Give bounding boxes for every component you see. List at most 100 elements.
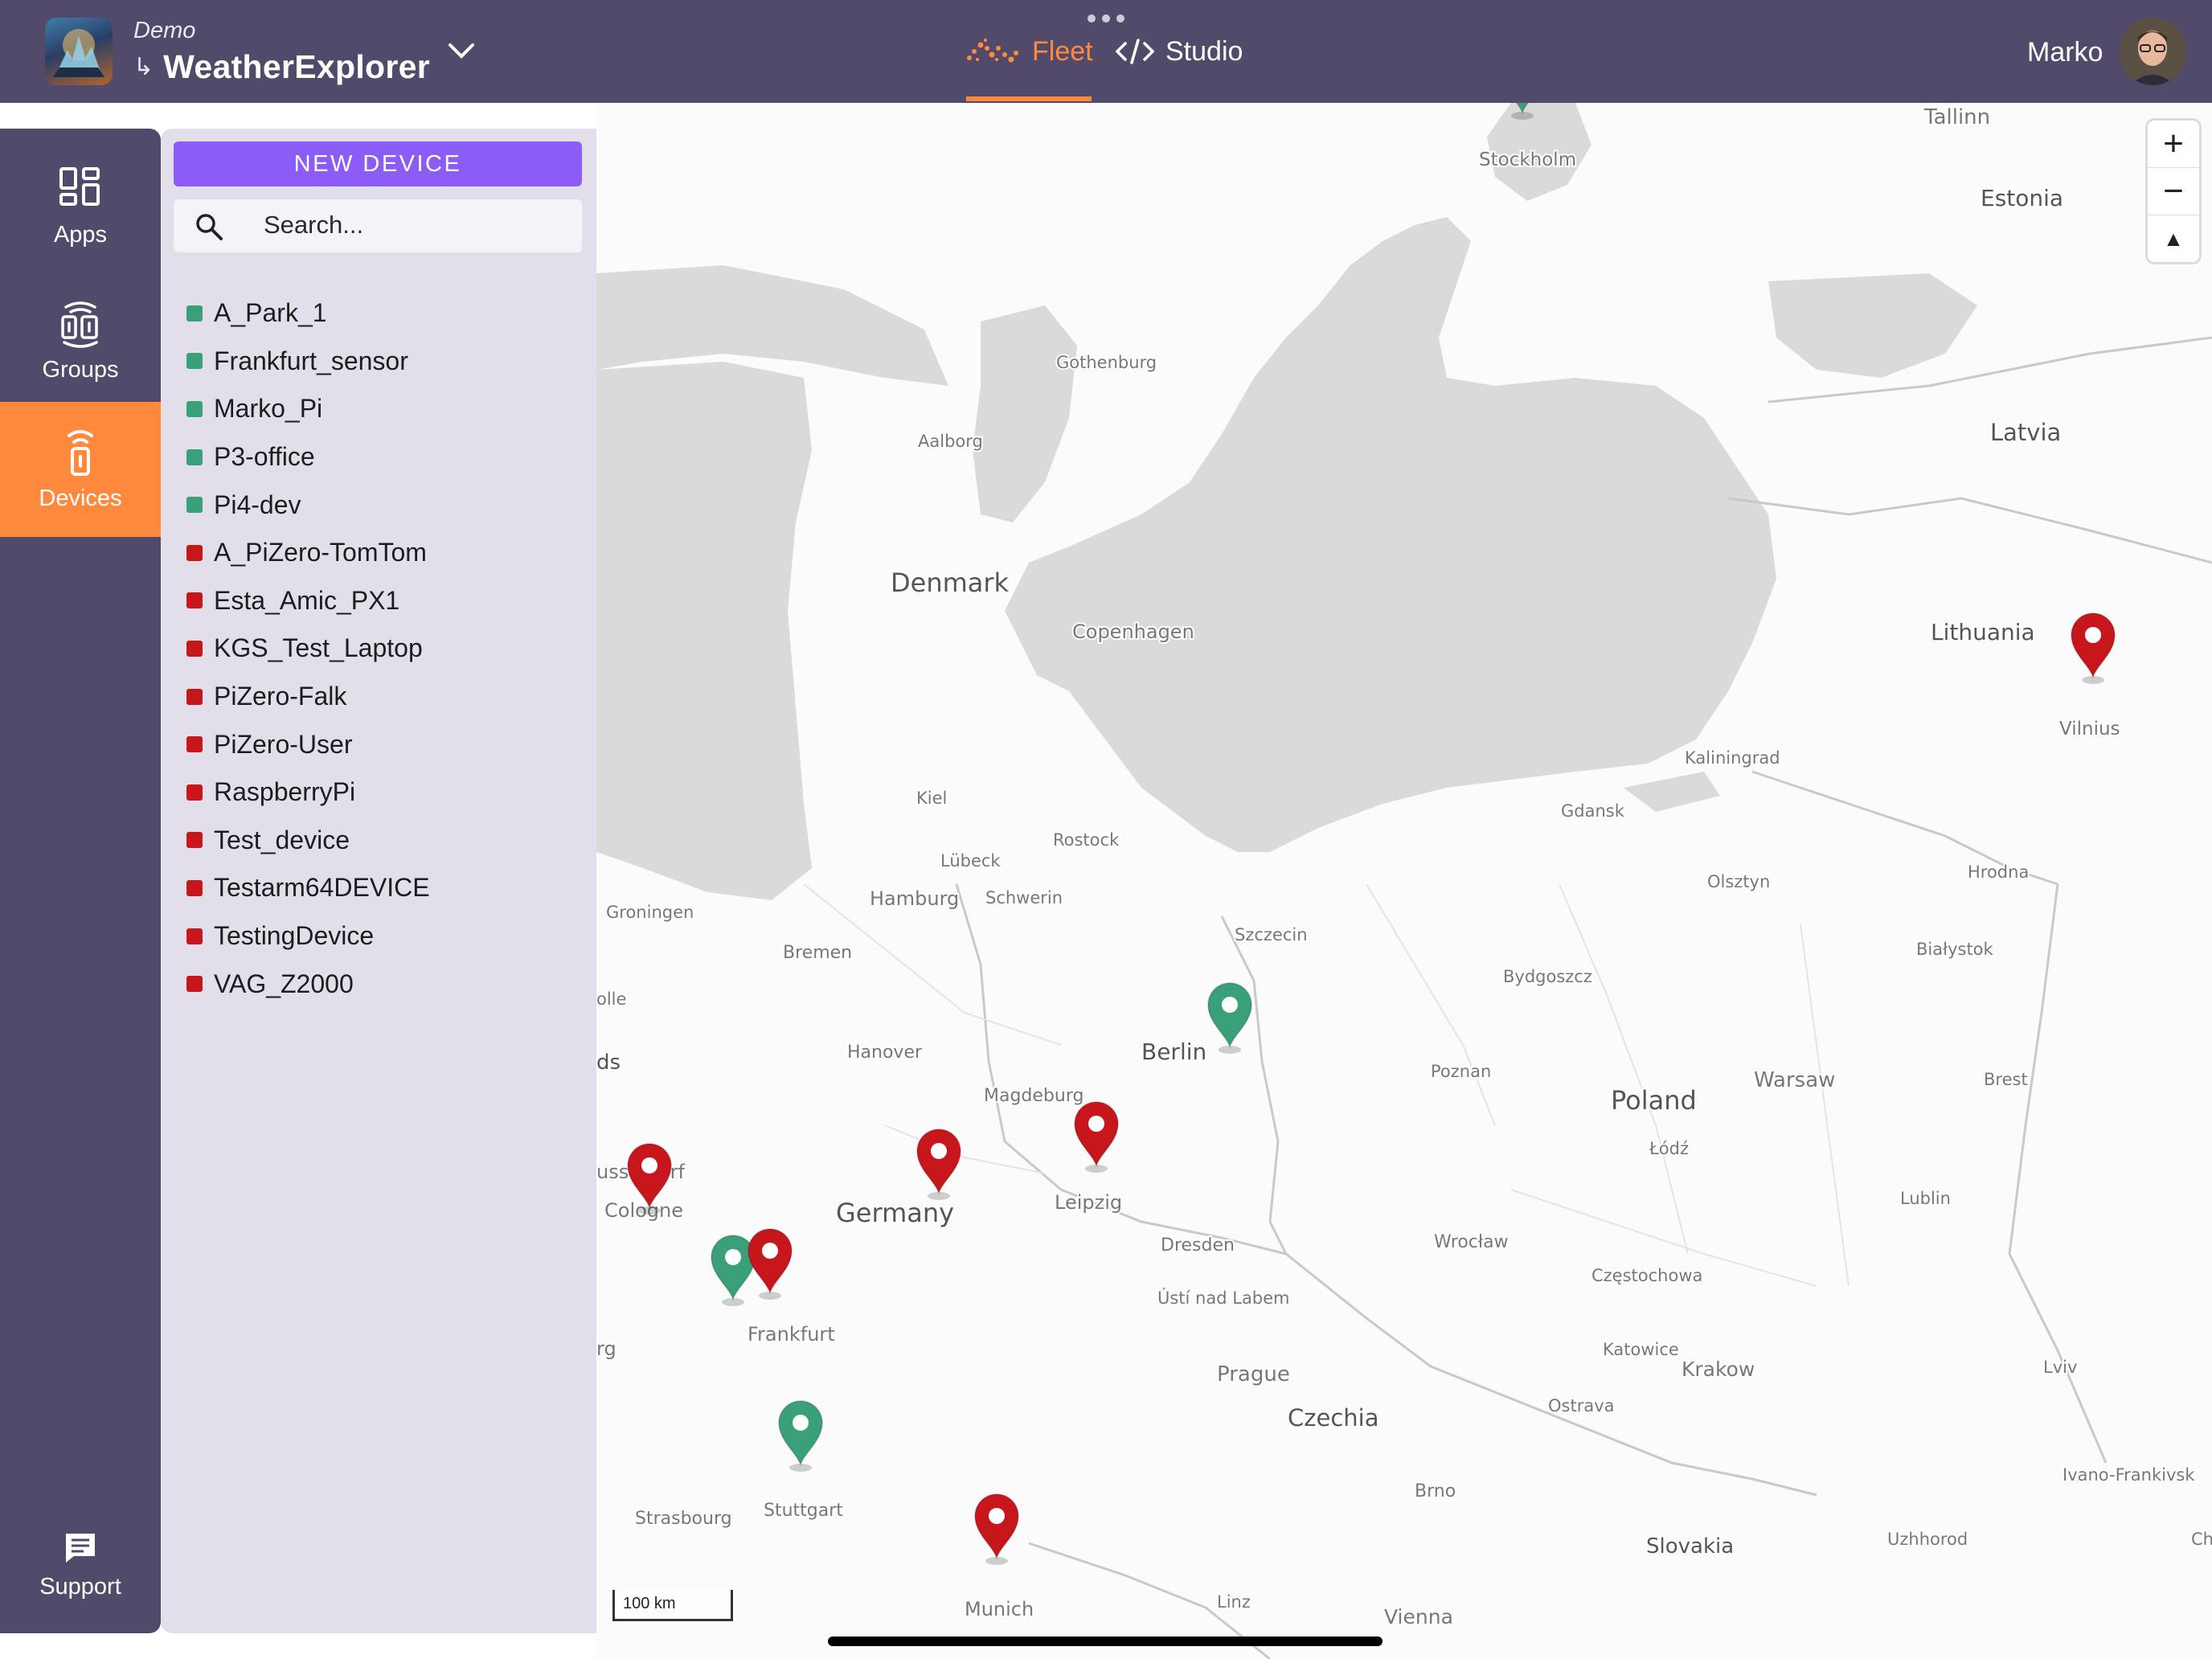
status-indicator bbox=[186, 784, 203, 801]
device-marker[interactable] bbox=[747, 1228, 793, 1300]
baltic-sea bbox=[1005, 217, 1776, 852]
map-label-munich: Munich bbox=[965, 1598, 1034, 1620]
device-item[interactable]: P3-office bbox=[186, 433, 430, 481]
device-name: P3-office bbox=[214, 442, 315, 472]
map-label-hrodna: Hrodna bbox=[1968, 862, 2029, 882]
rail-item-support[interactable]: Support bbox=[0, 1500, 161, 1628]
map-label-leipzig: Leipzig bbox=[1055, 1191, 1122, 1214]
map-label-hanover: Hanover bbox=[847, 1043, 923, 1063]
org-name: Demo bbox=[133, 18, 196, 43]
map-label-stockholm: Stockholm bbox=[1479, 150, 1576, 170]
device-name: Test_device bbox=[214, 825, 350, 854]
chevron-down-icon[interactable] bbox=[444, 35, 479, 68]
map-label-aalborg: Aalborg bbox=[918, 432, 983, 451]
map-label-rostock: Rostock bbox=[1053, 830, 1120, 850]
map-label-bialystok: Białystok bbox=[1916, 940, 1994, 959]
device-marker[interactable] bbox=[1206, 982, 1253, 1054]
device-name: Marko_Pi bbox=[214, 394, 323, 424]
device-item[interactable]: KGS_Test_Laptop bbox=[186, 625, 430, 673]
zoom-in-button[interactable]: + bbox=[2148, 121, 2199, 168]
device-name: PiZero-Falk bbox=[214, 682, 347, 711]
water-bodies bbox=[596, 103, 1977, 900]
map-label-hamburg: Hamburg bbox=[870, 887, 959, 910]
code-icon bbox=[1116, 39, 1154, 64]
tab-fleet[interactable]: Fleet bbox=[965, 29, 1093, 74]
map-label-poland: Poland bbox=[1611, 1085, 1697, 1116]
device-item[interactable]: VAG_Z2000 bbox=[186, 960, 430, 1008]
rail-label-support: Support bbox=[39, 1573, 121, 1600]
status-indicator bbox=[186, 400, 203, 417]
device-marker[interactable] bbox=[973, 1493, 1020, 1565]
vistula-lagoon bbox=[1624, 772, 1720, 812]
map-label-vienna: Vienna bbox=[1384, 1605, 1453, 1628]
rail-item-groups[interactable]: Groups bbox=[0, 273, 161, 408]
drag-handle-icon[interactable] bbox=[1087, 13, 1125, 23]
device-marker[interactable] bbox=[1073, 1101, 1120, 1173]
device-item[interactable]: Marko_Pi bbox=[186, 385, 430, 433]
app-logo[interactable] bbox=[45, 18, 113, 85]
map-label-czechia: Czechia bbox=[1288, 1404, 1378, 1432]
device-item[interactable]: Pi4-dev bbox=[186, 481, 430, 529]
map-label-lodz: Łódź bbox=[1649, 1139, 1689, 1158]
device-item[interactable]: Esta_Amic_PX1 bbox=[186, 577, 430, 625]
device-marker[interactable] bbox=[916, 1129, 962, 1200]
device-marker[interactable] bbox=[777, 1400, 824, 1472]
north-sea bbox=[596, 362, 812, 900]
map-label-germany: Germany bbox=[836, 1198, 954, 1228]
status-indicator bbox=[186, 879, 203, 896]
device-item[interactable]: TestingDevice bbox=[186, 912, 430, 961]
device-item[interactable]: Testarm64DEVICE bbox=[186, 864, 430, 912]
rail-item-devices[interactable]: Devices bbox=[0, 402, 161, 537]
scale-label: 100 km bbox=[623, 1595, 676, 1612]
device-item[interactable]: RaspberryPi bbox=[186, 768, 430, 817]
device-item[interactable]: Test_device bbox=[186, 817, 430, 865]
home-indicator[interactable] bbox=[828, 1636, 1382, 1646]
map-label-poznan: Poznan bbox=[1431, 1062, 1491, 1081]
user-name[interactable]: Marko bbox=[2027, 37, 2103, 68]
map-label-linz: Linz bbox=[1217, 1592, 1251, 1612]
search-input[interactable]: Search... bbox=[174, 199, 582, 252]
map-label-luxembourg: rg bbox=[596, 1337, 616, 1360]
device-item[interactable]: Frankfurt_sensor bbox=[186, 338, 430, 386]
device-item[interactable]: A_PiZero-TomTom bbox=[186, 529, 430, 577]
map-label-szczecin: Szczecin bbox=[1235, 925, 1308, 944]
compass-button[interactable]: ▲ bbox=[2148, 215, 2199, 262]
groups-icon bbox=[61, 301, 98, 348]
zoom-out-button[interactable]: − bbox=[2148, 168, 2199, 215]
new-device-button[interactable]: NEW DEVICE bbox=[174, 141, 582, 186]
map-label-wroclaw: Wrocław bbox=[1434, 1232, 1509, 1252]
avatar[interactable] bbox=[2119, 18, 2186, 85]
map-label-frankfurt: Frankfurt bbox=[748, 1323, 835, 1346]
map-label-slovakia: Slovakia bbox=[1646, 1534, 1734, 1559]
map-label-bydgoszcz: Bydgoszcz bbox=[1503, 967, 1592, 986]
kattegat bbox=[973, 305, 1077, 522]
map-canvas[interactable]: Tallinn Estonia Stockholm Gothenburg Aalborg… bbox=[596, 103, 2212, 1659]
device-marker[interactable] bbox=[2070, 612, 2116, 684]
rail-label-groups: Groups bbox=[42, 356, 119, 383]
device-name: Pi4-dev bbox=[214, 490, 301, 519]
app-switcher[interactable]: ↳ WeatherExplorer bbox=[133, 48, 430, 86]
map-label-ostrava: Ostrava bbox=[1548, 1396, 1615, 1415]
device-item[interactable]: PiZero-User bbox=[186, 720, 430, 768]
tab-fleet-label: Fleet bbox=[1032, 35, 1093, 67]
map-label-krakow: Krakow bbox=[1682, 1358, 1755, 1381]
active-tab-indicator bbox=[966, 96, 1092, 101]
map-label-denmark: Denmark bbox=[891, 567, 1010, 598]
search-icon bbox=[196, 214, 223, 240]
map-label-strasbourg: Strasbourg bbox=[635, 1509, 732, 1529]
tab-studio[interactable]: Studio bbox=[1116, 29, 1243, 74]
device-item[interactable]: A_Park_1 bbox=[186, 289, 430, 338]
status-indicator bbox=[186, 832, 203, 849]
rail-label-devices: Devices bbox=[39, 485, 122, 511]
map-label-kaliningrad: Kaliningrad bbox=[1685, 748, 1780, 768]
map-label-copenhagen: Copenhagen bbox=[1072, 621, 1194, 643]
rail-label-apps: Apps bbox=[53, 221, 108, 248]
rail-item-apps[interactable]: Apps bbox=[0, 138, 161, 273]
device-item[interactable]: PiZero-Falk bbox=[186, 673, 430, 721]
status-indicator bbox=[186, 736, 203, 753]
map-label-usti: Ústí nad Labem bbox=[1157, 1288, 1290, 1308]
map-view[interactable]: Tallinn Estonia Stockholm Gothenburg Aalborg… bbox=[596, 103, 2212, 1659]
status-indicator bbox=[186, 640, 203, 657]
zoom-control: + − ▲ bbox=[2148, 121, 2199, 262]
map-label-warsaw: Warsaw bbox=[1754, 1068, 1835, 1092]
